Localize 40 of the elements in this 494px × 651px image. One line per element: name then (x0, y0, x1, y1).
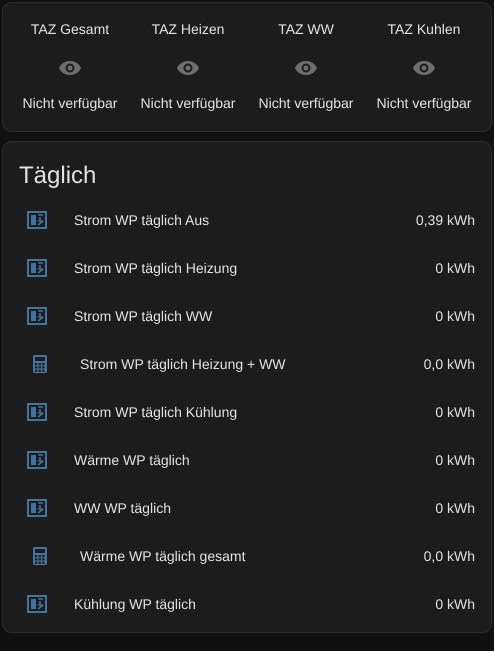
entity-value: 0,0 kWh (424, 548, 475, 564)
entity-state: Nicht verfügbar (376, 95, 472, 111)
meter-icon (27, 403, 47, 421)
entity-name[interactable]: Kühlung WP täglich (74, 596, 436, 612)
eye-icon[interactable] (412, 60, 436, 76)
entity-value: 0 kWh (435, 596, 475, 612)
entity-name[interactable]: Strom WP täglich Heizung + WW (80, 356, 424, 372)
calculator-icon (30, 355, 50, 373)
entity-value: 0 kWh (435, 500, 475, 516)
entity-name[interactable]: Strom WP täglich Heizung (74, 260, 436, 276)
entity-name[interactable]: Strom WP täglich Aus (74, 212, 416, 228)
card-title: Täglich (19, 162, 98, 190)
entity-value: 0 kWh (435, 452, 475, 468)
meter-icon (27, 259, 47, 277)
entity-name: TAZ WW (278, 21, 334, 39)
entity-value: 0 kWh (435, 260, 475, 276)
calculator-icon (30, 547, 50, 565)
entity-value: 0,0 kWh (424, 356, 475, 372)
entity-name[interactable]: WW WP täglich (74, 500, 436, 516)
entity-state: Nicht verfügbar (22, 95, 118, 111)
entity-name[interactable]: Strom WP täglich WW (74, 308, 436, 324)
entity-value: 0,39 kWh (416, 212, 475, 228)
entity-value: 0 kWh (435, 308, 475, 324)
entity-value: 0 kWh (435, 404, 475, 420)
entity-name[interactable]: Wärme WP täglich gesamt (80, 548, 424, 564)
entity-name[interactable]: Strom WP täglich Kühlung (74, 404, 436, 420)
meter-icon (27, 211, 47, 229)
meter-icon (27, 595, 47, 613)
meter-icon (27, 307, 47, 325)
eye-icon[interactable] (176, 60, 200, 76)
entity-state: Nicht verfügbar (258, 95, 354, 111)
entity-name: TAZ Kuhlen (388, 21, 460, 39)
entity-name: TAZ Gesamt (30, 21, 110, 39)
entity-name: TAZ Heizen (152, 21, 224, 39)
meter-icon (27, 499, 47, 517)
entity-name[interactable]: Wärme WP täglich (74, 452, 436, 468)
eye-icon[interactable] (58, 60, 82, 76)
eye-icon[interactable] (294, 60, 318, 76)
meter-icon (27, 451, 47, 469)
entity-state: Nicht verfügbar (140, 95, 236, 111)
